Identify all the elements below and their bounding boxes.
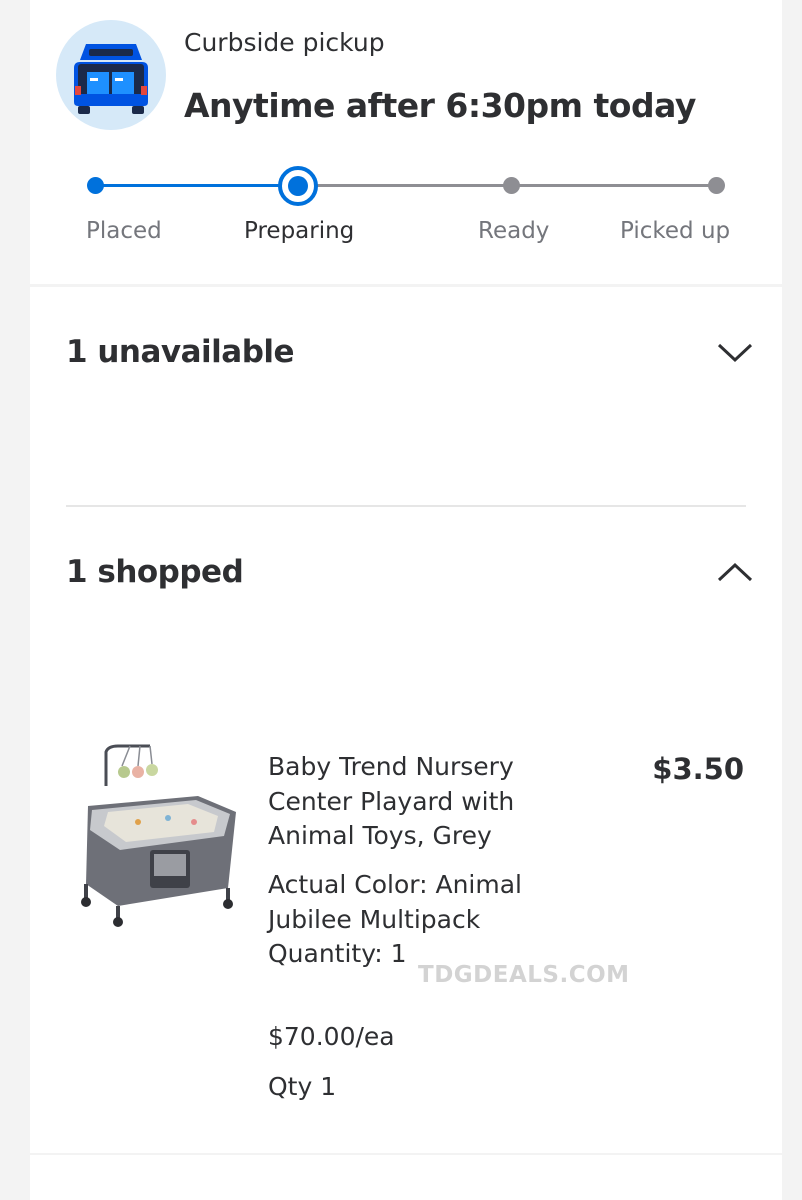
unavailable-section-title[interactable]: 1 unavailable [66, 334, 295, 370]
step-label-preparing: Preparing [244, 218, 355, 244]
next-card [30, 1155, 782, 1200]
order-items-card [30, 287, 782, 1153]
product-name[interactable]: Baby Trend Nursery Center Playard with A… [268, 750, 558, 854]
product-price: $3.50 [652, 752, 744, 786]
product-unit-price: $70.00/ea [268, 1022, 395, 1051]
section-divider [66, 505, 746, 507]
step-dot-picked-up [708, 177, 725, 194]
step-label-ready: Ready [478, 218, 550, 244]
step-dot-placed [87, 177, 104, 194]
pickup-method-label: Curbside pickup [184, 28, 385, 57]
step-dot-ready [503, 177, 520, 194]
step-label-picked-up: Picked up [620, 218, 731, 244]
chevron-down-icon[interactable] [714, 338, 756, 366]
shopped-section-title[interactable]: 1 shopped [66, 554, 244, 590]
step-label-placed: Placed [86, 218, 162, 244]
playard-image[interactable] [78, 738, 244, 928]
car-trunk-icon [56, 20, 166, 130]
progress-track-complete [95, 184, 298, 187]
step-dot-preparing [278, 166, 318, 206]
watermark: TDGDEALS.COM [418, 962, 630, 988]
pickup-time: Anytime after 6:30pm today [184, 86, 696, 125]
product-color-line: Actual Color: Animal Jubilee Multipack [268, 870, 522, 934]
product-quantity-line: Quantity: 1 [268, 939, 407, 968]
product-color: Actual Color: Animal Jubilee Multipack Q… [268, 868, 558, 972]
chevron-up-icon[interactable] [714, 558, 756, 586]
product-qty: Qty 1 [268, 1072, 337, 1101]
